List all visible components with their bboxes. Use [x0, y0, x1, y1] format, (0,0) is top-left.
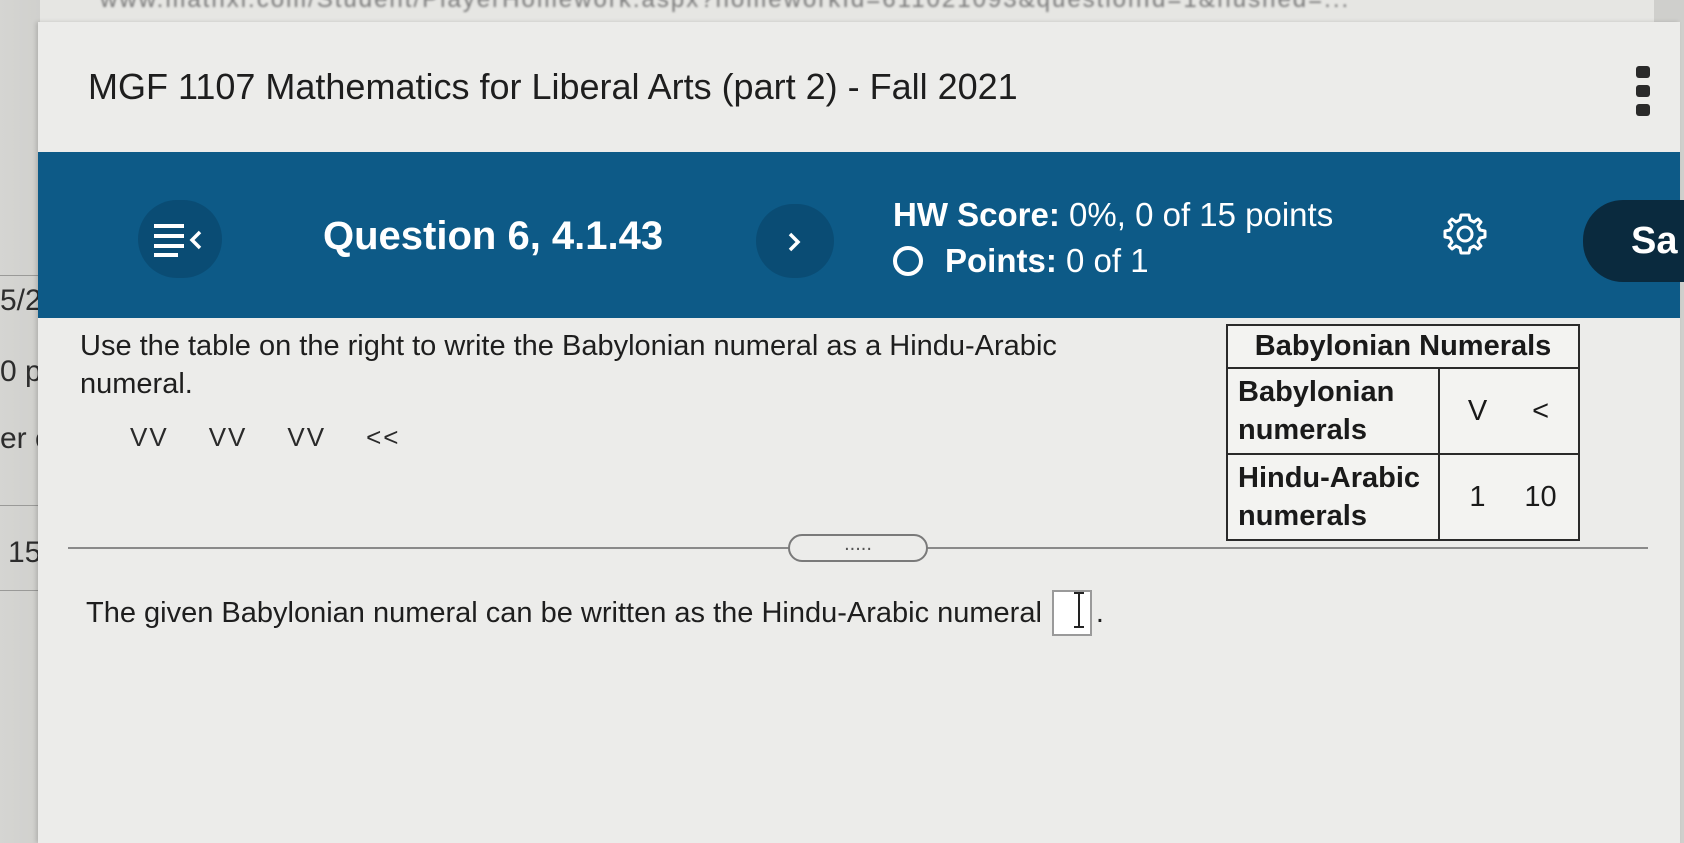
question-list-button[interactable] [138, 200, 222, 278]
value-ten: 10 [1524, 480, 1557, 513]
answer-statement: The given Babylonian numeral can be writ… [86, 590, 1104, 636]
score-panel: HW Score: 0%, 0 of 15 points Points: 0 o… [893, 192, 1333, 284]
table-row-label: Babylonian numerals [1226, 367, 1440, 455]
answer-punctuation: . [1095, 596, 1104, 629]
babylonian-numeral: VV VV VV << [130, 422, 400, 453]
table-row-label: Hindu-Arabic numerals [1226, 453, 1440, 541]
hw-score-label: HW Score: [893, 196, 1060, 233]
question-header-bar: Question 6, 4.1.43 HW Score: 0%, 0 of 15… [38, 152, 1684, 318]
table-cell: V < [1437, 367, 1581, 455]
chevron-right-icon [788, 232, 801, 252]
save-button[interactable]: Sa [1583, 200, 1684, 282]
course-title: MGF 1107 Mathematics for Liberal Arts (p… [88, 66, 1018, 107]
pane-resize-handle[interactable]: ..... [788, 534, 928, 562]
hw-score-value: 0%, 0 of 15 points [1069, 196, 1334, 233]
table-title: Babylonian Numerals [1225, 324, 1581, 369]
value-one: 1 [1469, 480, 1486, 513]
numeral-group: VV [208, 422, 248, 452]
symbol-ten: < [1532, 394, 1550, 427]
question-number: Question 6, 4.1.43 [323, 214, 664, 258]
homework-window: MGF 1107 Mathematics for Liberal Arts (p… [38, 22, 1684, 843]
numeral-group: VV [287, 422, 327, 452]
numeral-group: << [366, 422, 401, 452]
table-row: Hindu-Arabic numerals 1 10 [1226, 453, 1581, 541]
points-label: Points: [945, 242, 1057, 279]
question-prompt: Use the table on the right to write the … [80, 330, 1057, 400]
answer-sentence: The given Babylonian numeral can be writ… [86, 596, 1042, 629]
points-value: 0 of 1 [1066, 242, 1149, 279]
kebab-menu-icon[interactable] [1636, 66, 1652, 116]
babylonian-numerals-table: Babylonian Numerals Babylonian numerals … [1225, 324, 1581, 541]
table-row: Babylonian numerals V < [1226, 367, 1581, 455]
bg-fragment: 15 [8, 536, 42, 569]
symbol-one: V [1467, 394, 1488, 427]
browser-url-bar[interactable]: www.mathxl.com/Student/PlayerHomework.as… [40, 0, 1660, 22]
menu-collapse-icon [154, 224, 202, 257]
bg-fragment: 5/2 [0, 284, 42, 317]
url-text: www.mathxl.com/Student/PlayerHomework.as… [100, 0, 1350, 14]
table-cell: 1 10 [1437, 453, 1581, 541]
gear-icon[interactable] [1443, 212, 1487, 256]
progress-circle-icon [893, 246, 923, 276]
numeral-group: VV [130, 422, 169, 452]
text-cursor-icon [1074, 592, 1084, 628]
next-question-button[interactable] [756, 204, 834, 278]
